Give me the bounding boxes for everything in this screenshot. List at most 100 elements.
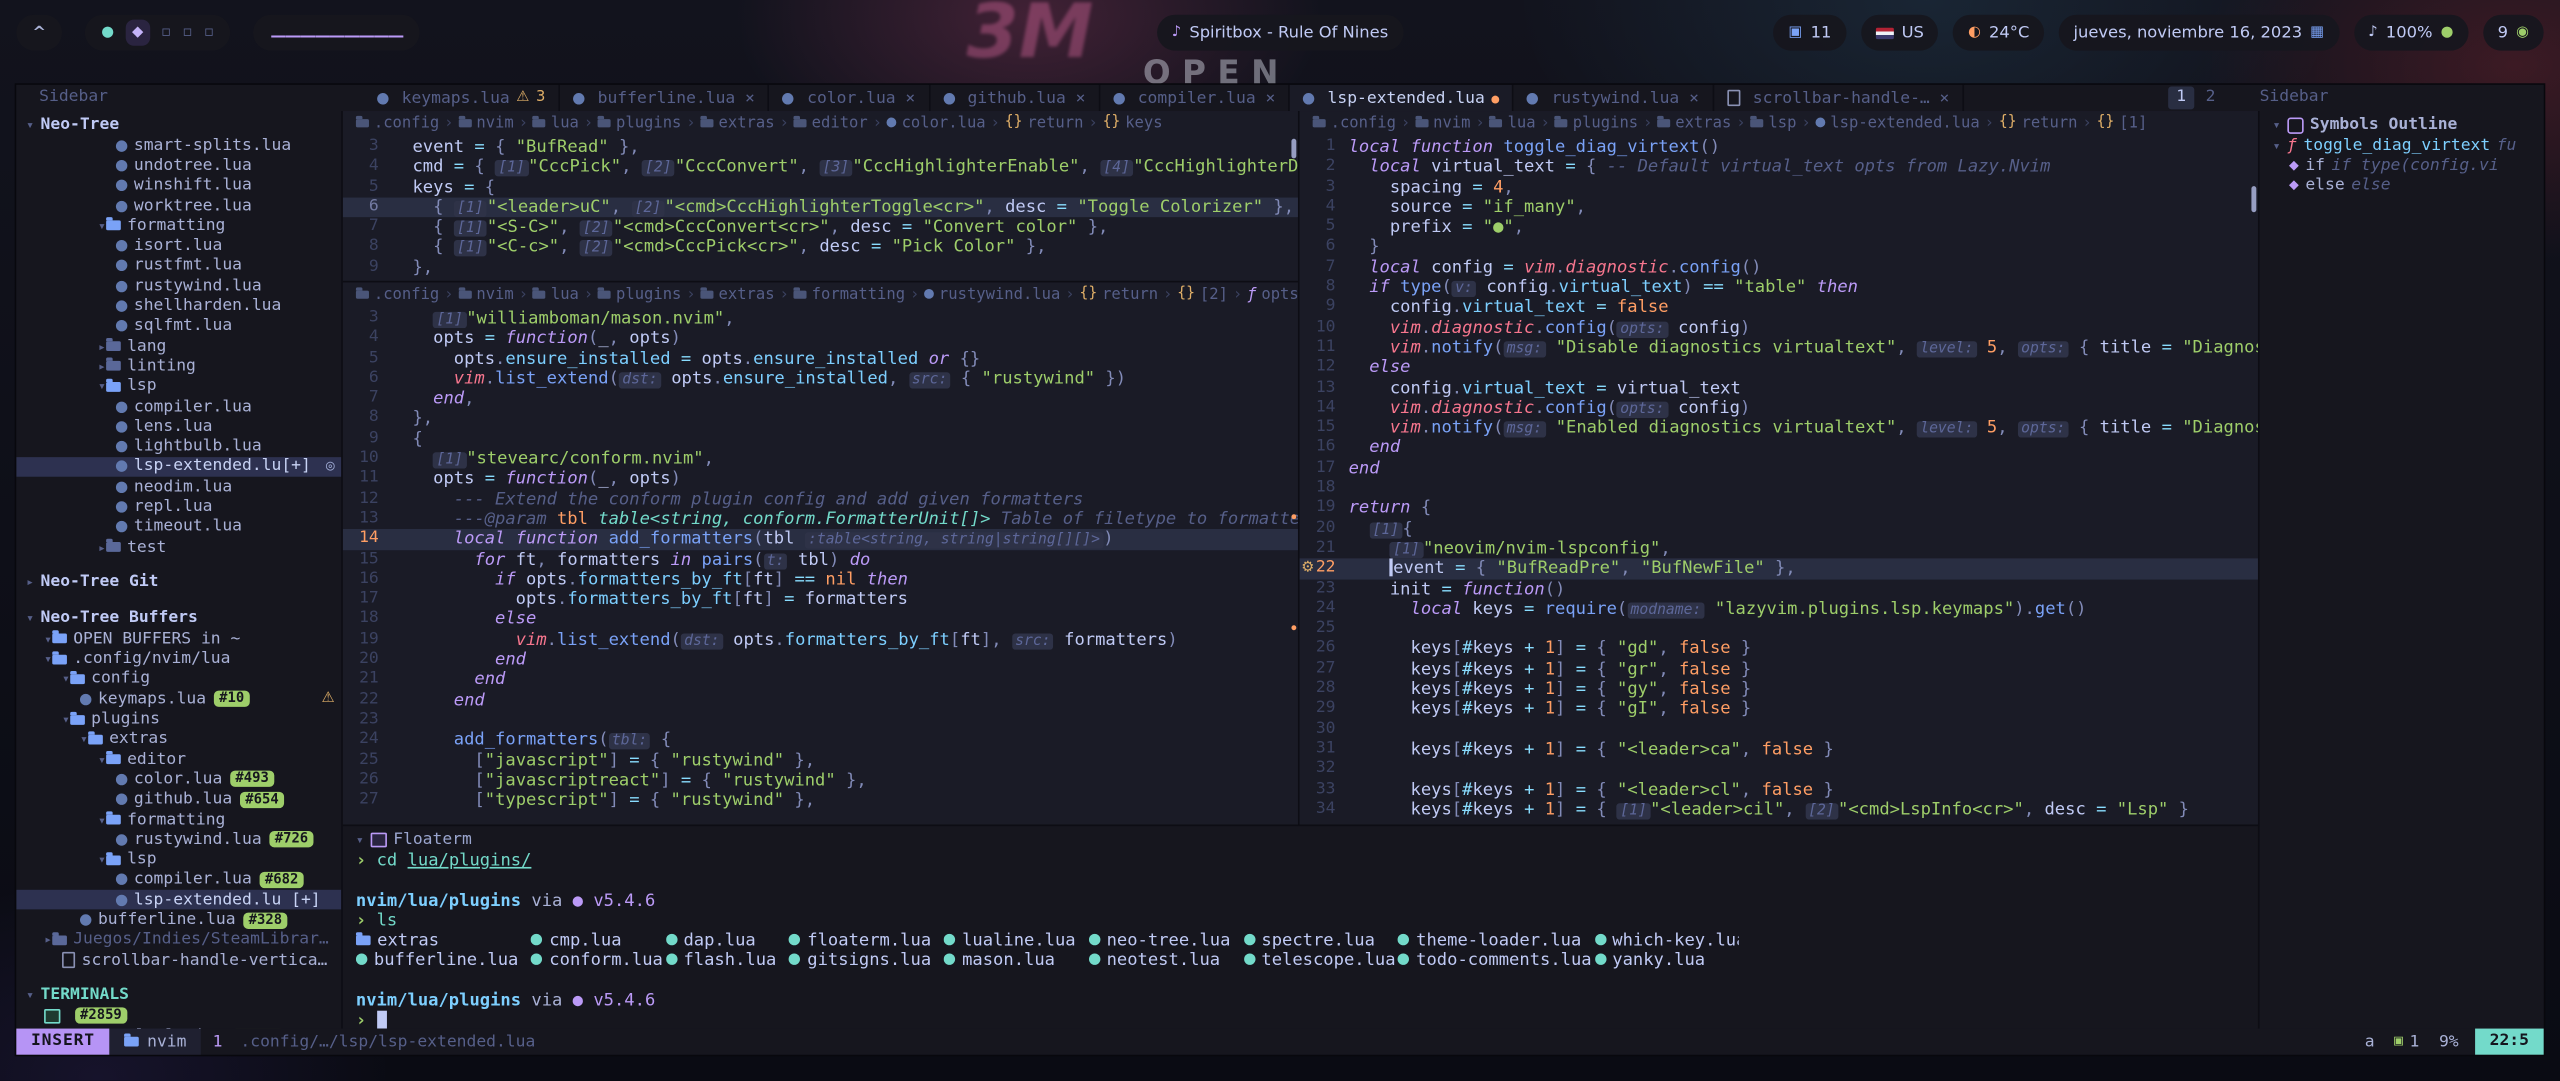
breadcrumb-plugins[interactable]: plugins [598,285,681,303]
tree-item-lang[interactable]: ▸lang [16,336,341,356]
chevron-right-icon[interactable]: ▸ [98,540,106,555]
code-line[interactable]: 23 init = function() [1300,579,2258,599]
code-line[interactable]: 10 vim.diagnostic.config(opts: config) [1300,318,2258,338]
music-widget[interactable]: ♪ Spiritbox - Rule Of Nines [1157,15,1403,51]
tab-bufferline-lua[interactable]: bufferline.lua× [560,85,770,111]
tree-item-repl-lua[interactable]: repl.lua [16,497,341,517]
tree-item-bufferline-lua[interactable]: bufferline.lua#328 [16,910,341,930]
code-line[interactable]: 21 [1]"neovim/nvim-lspconfig", [1300,539,2258,559]
code-line[interactable]: 4 cmd = { [1]"CccPick", [2]"CccConvert",… [343,157,1298,177]
close-icon[interactable]: × [1265,89,1275,107]
updates-widget[interactable]: ▣11 [1774,15,1846,51]
tree-item-undotree-lua[interactable]: undotree.lua [16,156,341,176]
breadcrumb-opts[interactable]: ƒopts [1247,285,1298,303]
tree-item-open-buffers-in[interactable]: ▾OPEN BUFFERS in ~ [16,629,341,649]
outline-item-if[interactable]: ◆ifif type(config.vi [2260,156,2544,176]
symbols-outline-header[interactable]: ▾ Symbols Outline [2260,114,2544,135]
code-line[interactable]: 5 opts.ensure_installed = opts.ensure_in… [343,349,1298,369]
keyboard-layout-widget[interactable]: US [1861,15,1939,51]
code-line[interactable]: 8 { [1]"<C-c>", [2]"<cmd>CccPick<cr>", d… [343,238,1298,258]
tab-scrollbar-handle[interactable]: scrollbar-handle-…× [1714,85,1964,111]
tree-item-github-lua[interactable]: github.lua#654 [16,790,341,810]
breadcrumb-return[interactable]: {}return [1079,285,1158,303]
breadcrumb-nvim[interactable]: nvim [458,113,513,131]
tree-item-formatting[interactable]: ▾formatting [16,216,341,236]
code-line[interactable]: 26 keys[#keys + 1] = { "gd", false } [1300,639,2258,659]
tree-item-plugins[interactable]: ▾plugins [16,709,341,729]
launcher-button[interactable]: ^ [16,15,62,51]
chevron-down-icon[interactable]: ▾ [98,852,106,867]
chevron-down-icon[interactable]: ▾ [62,672,70,687]
tree-item-lsp[interactable]: ▾lsp [16,850,341,870]
breadcrumb-extras[interactable]: extras [701,113,775,131]
breadcrumb-rustywind-lua[interactable]: rustywind.lua [924,285,1060,303]
code-line[interactable]: 16 end [1300,438,2258,458]
breadcrumb-nvim[interactable]: nvim [1415,113,1470,131]
code-line[interactable]: 24 add_formatters(tbl: { [343,730,1298,750]
code-line[interactable]: 12 --- Extend the conform plugin config … [343,489,1298,509]
code-line[interactable]: 5 prefix = "●", [1300,217,2258,237]
chevron-down-icon[interactable]: ▾ [98,812,106,827]
breadcrumb-2[interactable]: {}[2] [1177,285,1228,303]
power-widget[interactable]: 9◉ [2483,15,2544,51]
chevron-down-icon[interactable]: ▾ [98,379,106,394]
workspace-icon-4-icon[interactable]: ▫ [183,20,193,46]
tab-color-lua[interactable]: color.lua× [770,85,930,111]
code-line[interactable]: ⚙22 event = { "BufReadPre", "BufNewFile"… [1300,559,2258,579]
tree-item-lsp[interactable]: ▾lsp [16,376,341,396]
breadcrumb-nvim[interactable]: nvim [458,285,513,303]
code-line[interactable]: 6 vim.list_extend(dst: opts.ensure_insta… [343,369,1298,389]
breadcrumb-lua[interactable]: lua [533,113,579,131]
window-title-field[interactable]: ————————— [253,15,420,51]
tab-github-lua[interactable]: github.lua× [930,85,1100,111]
close-icon[interactable]: × [905,89,915,107]
code-line[interactable]: 27 keys[#keys + 1] = { "gr", false } [1300,659,2258,679]
code-line[interactable]: 3 event = { "BufRead" }, [343,137,1298,157]
neo-tree-git-header[interactable]: ▸Neo-Tree Git [16,572,341,593]
workspace-icon-2-icon[interactable]: ◆ [125,20,149,46]
date-widget[interactable]: jueves, noviembre 16, 2023▦ [2059,15,2339,51]
breadcrumb-config[interactable]: .config [1313,113,1396,131]
tree-item-scrollbar-handle-vertical-p[interactable]: scrollbar-handle-vertical.p [16,950,341,970]
tree-item-test[interactable]: ▸test [16,537,341,557]
code-line[interactable]: 30 [1300,719,2258,739]
tree-item-compiler-lua[interactable]: compiler.lua [16,397,341,417]
code-line[interactable]: 7 end, [343,389,1298,409]
terminals-header[interactable]: ▾TERMINALS [16,985,341,1006]
breadcrumb-lsp[interactable]: lsp [1750,113,1796,131]
temperature-widget[interactable]: ◐24°C [1953,15,2044,51]
code-line[interactable]: 34 keys[#keys + 1] = { [1]"<leader>cil",… [1300,800,2258,820]
code-line[interactable]: 6 } [1300,238,2258,258]
code-line[interactable]: 19 vim.list_extend(dst: opts.formatters_… [343,630,1298,650]
tree-item-lsp-extended-lu[interactable]: lsp-extended.lu[+]◎ [16,457,341,477]
breadcrumb-lua[interactable]: lua [533,285,579,303]
tab-compiler-lua[interactable]: compiler.lua× [1100,85,1290,111]
code-line[interactable]: 18 [1300,478,2258,498]
tree-item-timeout-lua[interactable]: timeout.lua [16,517,341,537]
code-line[interactable]: 26 ["javascriptreact"] = { "rustywind" }… [343,770,1298,790]
chevron-right-icon[interactable]: ▸ [98,339,106,354]
chevron-down-icon[interactable]: ▾ [44,652,52,667]
tree-item-smart-splits-lua[interactable]: smart-splits.lua [16,136,341,156]
chevron-down-icon[interactable]: ▾ [2273,138,2281,153]
tree-item-rustywind-lua[interactable]: rustywind.lua#726 [16,830,341,850]
volume-widget[interactable]: ♪100%● [2354,15,2469,51]
code-line[interactable]: 19return { [1300,499,2258,519]
breadcrumb-keys[interactable]: {}keys [1103,113,1163,131]
code-line[interactable]: 7 local config = vim.diagnostic.config() [1300,258,2258,278]
tabpage-2[interactable]: 2 [2197,87,2223,110]
code-line[interactable]: 31 keys[#keys + 1] = { "<leader>ca", fal… [1300,739,2258,759]
code-buffer[interactable]: 3 [1]"williamboman/mason.nvim",4 opts = … [343,305,1298,810]
code-line[interactable]: 16 if opts.formatters_by_ft[ft] == nil t… [343,570,1298,590]
tab-lsp-extended-lua[interactable]: lsp-extended.lua● [1290,85,1514,111]
code-line[interactable]: 10 [1]"stevearc/conform.nvim", [343,449,1298,469]
tree-item-rustfmt-lua[interactable]: rustfmt.lua [16,256,341,276]
chevron-down-icon[interactable]: ▾ [98,752,106,767]
code-line[interactable]: 13 ---@param tbl table<string, conform.F… [343,509,1298,529]
code-line[interactable]: 12 else [1300,358,2258,378]
chevron-right-icon[interactable]: ▸ [44,933,52,948]
close-icon[interactable]: × [1940,89,1950,107]
code-line[interactable]: 3 spacing = 4, [1300,177,2258,197]
code-line[interactable]: 4 source = "if_many", [1300,197,2258,217]
tree-item-linting[interactable]: ▸linting [16,356,341,376]
